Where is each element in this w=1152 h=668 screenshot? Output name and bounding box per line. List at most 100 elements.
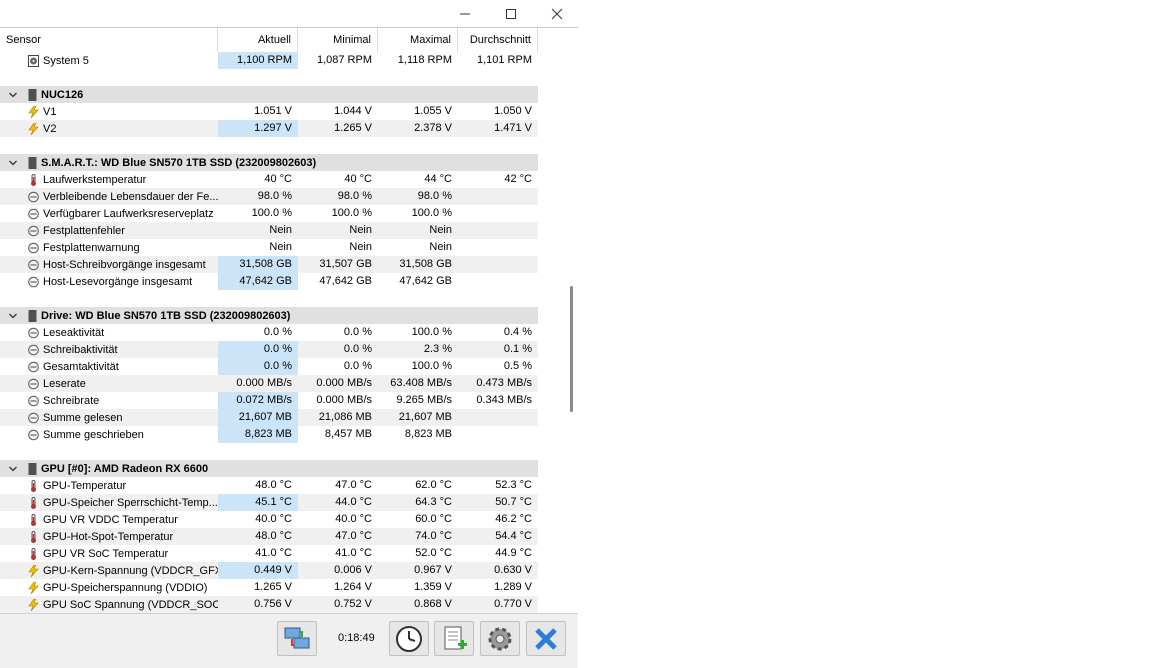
sensor-label: Verfügbarer Laufwerksreserveplatz xyxy=(43,207,214,220)
maximum-value: 64.3 °C xyxy=(415,496,452,508)
sensor-row[interactable]: Laufwerkstemperatur 40 °C 40 °C 44 °C 42 °C xyxy=(0,171,538,188)
gauge-icon xyxy=(28,242,39,254)
current-value: 8,823 MB xyxy=(218,426,298,443)
sensor-name-cell: GPU-Temperatur xyxy=(0,479,218,492)
current-value: 48.0 °C xyxy=(255,530,292,542)
average-value xyxy=(458,256,538,273)
minimum-value: 41.0 °C xyxy=(335,547,372,559)
sensor-row[interactable]: GPU-Temperatur 48.0 °C 47.0 °C 62.0 °C 52.3 … xyxy=(0,477,538,494)
minimum-value: 21,086 MB xyxy=(318,411,372,423)
network-button[interactable] xyxy=(277,621,317,656)
sensor-row[interactable]: GPU-Speicherspannung (VDDIO) 1.265 V 1.264… xyxy=(0,579,538,596)
current-value: 98.0 % xyxy=(257,190,292,202)
settings-button[interactable] xyxy=(480,621,520,656)
thermometer-icon xyxy=(28,547,39,560)
report-add-icon xyxy=(444,626,467,649)
column-sensor[interactable]: Sensor xyxy=(0,28,218,52)
voltage-icon xyxy=(28,598,39,611)
sensor-row[interactable]: Host-Schreibvorgänge insgesamt 31,508 GB 3… xyxy=(0,256,538,273)
chevron-down-icon[interactable] xyxy=(8,464,18,474)
sensor-name-cell: Schreibrate xyxy=(0,395,218,407)
sensor-row[interactable]: Festplattenfehler Nein Nein Nein xyxy=(0,222,538,239)
sensor-row[interactable]: Leserate 0.000 MB/s 0.000 MB/s 63.408 MB/s 0… xyxy=(0,375,538,392)
sensor-row[interactable]: Festplattenwarnung Nein Nein Nein xyxy=(0,239,538,256)
network-icon xyxy=(284,627,310,648)
sensor-name-cell: GPU SoC Spannung (VDDCR_SOC) xyxy=(0,598,218,611)
average-value xyxy=(458,188,538,205)
maximize-button[interactable] xyxy=(488,0,534,27)
current-value: 0.0 % xyxy=(218,341,298,358)
minimum-value: 1.265 V xyxy=(334,122,372,134)
minimize-button[interactable] xyxy=(442,0,488,27)
average-value xyxy=(458,426,538,443)
column-current[interactable]: Aktuell xyxy=(218,28,298,52)
sensor-row[interactable]: Verfügbarer Laufwerksreserveplatz 100.0 %… xyxy=(0,205,538,222)
chevron-down-icon[interactable] xyxy=(8,158,18,168)
sensor-row[interactable]: Summe gelesen 21,607 MB 21,086 MB 21,607 MB xyxy=(0,409,538,426)
sensor-group-row[interactable]: NUC126 xyxy=(0,86,538,103)
chip-icon xyxy=(28,88,37,101)
average-value xyxy=(458,273,538,290)
column-maximum[interactable]: Maximal xyxy=(378,28,458,52)
sensor-group-row[interactable]: S.M.A.R.T.: WD Blue SN570 1TB SSD (23200… xyxy=(0,154,538,171)
chevron-down-icon[interactable] xyxy=(8,90,18,100)
maximum-value: 1.359 V xyxy=(414,581,452,593)
sensor-row[interactable]: V2 1.297 V 1.265 V 2.378 V 1.471 V xyxy=(0,120,538,137)
gauge-icon xyxy=(28,327,39,339)
sensor-name-cell: GPU-Speicher Sperrschicht-Temp... xyxy=(0,496,218,509)
voltage-icon xyxy=(28,122,39,135)
sensor-row[interactable]: V1 1.051 V 1.044 V 1.055 V 1.050 V xyxy=(0,103,538,120)
sensor-row[interactable]: GPU VR SoC Temperatur 41.0 °C 41.0 °C 52.0 … xyxy=(0,545,538,562)
column-average[interactable]: Durchschnitt xyxy=(458,28,538,52)
column-minimum[interactable]: Minimal xyxy=(298,28,378,52)
sensor-row[interactable]: GPU-Hot-Spot-Temperatur 48.0 °C 47.0 °C 74.… xyxy=(0,528,538,545)
sensor-label: Festplattenwarnung xyxy=(43,241,140,254)
sensor-name-cell: Leseaktivität xyxy=(0,327,218,339)
chevron-down-icon[interactable] xyxy=(8,311,18,321)
sensor-row[interactable]: Verbleibende Lebensdauer der Fe... 98.0 %… xyxy=(0,188,538,205)
minimum-value: 0.0 % xyxy=(343,343,372,355)
minimum-value: 8,457 MB xyxy=(324,428,372,440)
sensor-group-row[interactable]: Drive: WD Blue SN570 1TB SSD (2320098026… xyxy=(0,307,538,324)
average-value: 0.1 % xyxy=(503,343,532,355)
scrollbar-thumb[interactable] xyxy=(570,286,573,412)
maximum-value: 44 °C xyxy=(424,173,452,185)
sensor-row[interactable]: Schreibrate 0.072 MB/s 0.000 MB/s 9.265 MB/… xyxy=(0,392,538,409)
minimum-value: 0.0 % xyxy=(343,360,372,372)
window-close-button[interactable] xyxy=(534,0,580,27)
sensor-row[interactable]: GPU VR VDDC Temperatur 40.0 °C 40.0 °C 60.0… xyxy=(0,511,538,528)
average-value: 44.9 °C xyxy=(495,547,532,559)
maximum-value: 1,118 RPM xyxy=(397,54,452,66)
average-value: 42 °C xyxy=(504,173,532,185)
minimum-value: 1,087 RPM xyxy=(316,54,372,66)
sensor-row[interactable]: GPU SoC Spannung (VDDCR_SOC) 0.756 V 0.752… xyxy=(0,596,538,613)
bottom-toolbar: 0:18:49 xyxy=(0,613,578,668)
column-header: Sensor Aktuell Minimal Maximal Durchschn… xyxy=(0,28,538,52)
thermometer-icon xyxy=(28,479,39,492)
sensor-row[interactable]: Host-Lesevorgänge insgesamt 47,642 GB 47,6… xyxy=(0,273,538,290)
minimum-value: 0.752 V xyxy=(334,598,372,610)
minimum-value: 0.0 % xyxy=(343,326,372,338)
sensor-row[interactable]: Gesamtaktivität 0.0 % 0.0 % 100.0 % 0.5 % xyxy=(0,358,538,375)
close-sensors-button[interactable] xyxy=(526,621,566,656)
sensor-row[interactable]: Summe geschrieben 8,823 MB 8,457 MB 8,823 M… xyxy=(0,426,538,443)
vertical-scrollbar[interactable] xyxy=(566,28,578,613)
sensor-row[interactable]: Schreibaktivität 0.0 % 0.0 % 2.3 % 0.1 % xyxy=(0,341,538,358)
sensor-row[interactable]: System 5 1,100 RPM 1,087 RPM 1,118 RPM 1,101… xyxy=(0,52,538,69)
spacer-row xyxy=(0,290,538,307)
spacer-row xyxy=(0,443,538,460)
sensor-group-row[interactable]: GPU [#0]: AMD Radeon RX 6600 xyxy=(0,460,538,477)
minimum-value: 0.000 MB/s xyxy=(316,377,372,389)
spacer-row xyxy=(0,137,538,154)
sensor-row[interactable]: GPU-Speicher Sperrschicht-Temp... 45.1 °C… xyxy=(0,494,538,511)
report-button[interactable] xyxy=(434,621,474,656)
sensor-name-cell: System 5 xyxy=(0,54,218,67)
sensor-row[interactable]: Leseaktivität 0.0 % 0.0 % 100.0 % 0.4 % xyxy=(0,324,538,341)
sensor-row[interactable]: GPU-Kern-Spannung (VDDCR_GFX) 0.449 V 0.00… xyxy=(0,562,538,579)
average-value: 0.4 % xyxy=(503,326,532,338)
maximum-value: 0.967 V xyxy=(414,564,452,576)
spacer-row xyxy=(0,69,538,86)
clock-button[interactable] xyxy=(389,621,429,656)
average-value: 1,101 RPM xyxy=(476,54,532,66)
sensor-label: Leseaktivität xyxy=(43,326,105,339)
